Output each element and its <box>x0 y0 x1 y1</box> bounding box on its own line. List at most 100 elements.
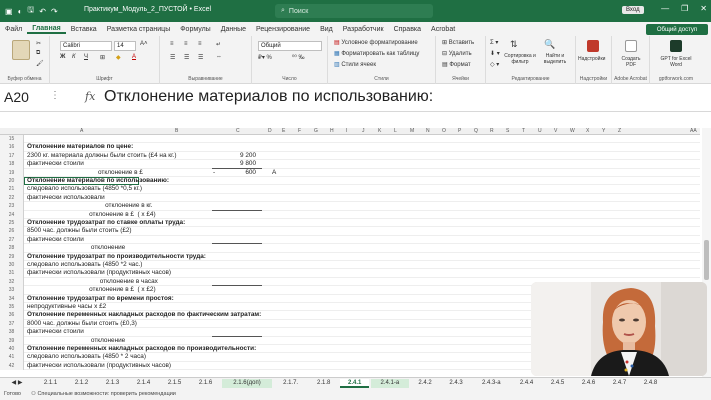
column-header[interactable]: Z <box>618 128 621 134</box>
column-header[interactable]: R <box>490 128 494 134</box>
format-painter-icon[interactable]: 🖌 <box>36 60 44 67</box>
cell-a[interactable]: 2300 кг. материала должны были стоить (£… <box>27 152 177 160</box>
insert-button[interactable]: ⊞ Вставить <box>442 39 474 46</box>
italic-icon[interactable]: К <box>72 54 76 60</box>
sheet-tab[interactable]: 2.4.6 <box>574 379 603 388</box>
column-header[interactable]: Q <box>474 128 478 134</box>
close-icon[interactable]: ✕ <box>700 4 707 13</box>
cell-a[interactable]: следовало использовать (4850 *2 час.) <box>27 261 142 269</box>
share-button[interactable]: Общий доступ <box>646 24 708 35</box>
accessibility-status[interactable]: ⚇ Специальные возможности: проверить рек… <box>31 391 176 397</box>
row-number[interactable]: 40 <box>0 345 24 354</box>
tab-6[interactable]: Рецензирование <box>251 26 315 33</box>
sheet-tab[interactable]: 2.1.5 <box>160 379 189 388</box>
create-pdf-label[interactable]: Создать PDF <box>616 56 646 68</box>
decimal-icon[interactable]: ⁰⁰ ‰ <box>292 54 304 61</box>
fill-color-icon[interactable]: ◆ <box>116 54 121 61</box>
find-select-icon[interactable]: 🔍 <box>544 39 555 50</box>
align-left-icon[interactable]: ☰ <box>170 54 175 61</box>
sheet-tab[interactable]: 2.1.7. <box>274 379 307 388</box>
cell-a[interactable]: отклонение в £ ( х £2) <box>27 286 155 294</box>
cell-a[interactable]: отклонение в часах <box>27 278 158 286</box>
row-number[interactable]: 36 <box>0 311 24 320</box>
align-right-icon[interactable]: ☰ <box>198 54 203 61</box>
align-bottom-icon[interactable]: ≡ <box>198 41 202 47</box>
row-number[interactable]: 33 <box>0 286 24 295</box>
sheet-tab[interactable]: 2.4.4 <box>512 379 541 388</box>
restore-icon[interactable]: ❐ <box>681 4 688 13</box>
tab-5[interactable]: Данные <box>216 26 251 33</box>
fill-icon[interactable]: ⬇ ▾ <box>490 50 500 57</box>
fx-icon[interactable]: fx <box>85 90 95 103</box>
row-number[interactable]: 21 <box>0 185 24 194</box>
row-number[interactable]: 18 <box>0 160 24 169</box>
formula-input[interactable]: Отклонение материалов по использованию: <box>104 88 433 106</box>
font-color-icon[interactable]: A <box>132 54 136 60</box>
align-top-icon[interactable]: ≡ <box>170 41 174 47</box>
font-name-select[interactable]: Calibri <box>60 41 112 51</box>
tab-1[interactable]: Главная <box>27 25 66 34</box>
autosum-icon[interactable]: Σ ▾ <box>490 39 498 46</box>
cell-a[interactable]: отклонение в £ ( х £4) <box>27 211 155 219</box>
column-header[interactable]: G <box>314 128 318 134</box>
cell-a[interactable]: фактически стоили <box>27 236 84 244</box>
tab-10[interactable]: Acrobat <box>426 26 460 33</box>
row-number[interactable]: 23 <box>0 202 24 211</box>
sheet-tab[interactable]: 2.1.3 <box>98 379 127 388</box>
row-number[interactable]: 30 <box>0 261 24 270</box>
column-header[interactable]: H <box>330 128 334 134</box>
row-number[interactable]: 34 <box>0 294 24 303</box>
sheet-tab[interactable]: 2.4.5 <box>543 379 572 388</box>
redo-icon[interactable]: ↷ <box>51 7 58 16</box>
cell-b[interactable]: - <box>213 169 215 177</box>
autosave-toggle-icon[interactable]: ◐ <box>18 7 23 16</box>
sheet-tab[interactable]: 2.1.4 <box>129 379 158 388</box>
sheet-tab[interactable]: 2.4.3 <box>442 379 471 388</box>
cell-a[interactable]: следовало использовать (4850 * 2 часа) <box>27 353 146 361</box>
find-select-label[interactable]: Найти и выделить <box>538 53 572 65</box>
cell-a[interactable]: фактически стоили <box>27 328 84 336</box>
cell-a[interactable]: Отклонение материалов по цене: <box>27 143 133 151</box>
row-number[interactable]: 32 <box>0 277 24 287</box>
sort-filter-icon[interactable]: ⇅ <box>510 39 518 50</box>
addins-icon[interactable] <box>587 40 599 52</box>
column-header[interactable]: J <box>362 128 365 134</box>
row-number[interactable]: 28 <box>0 244 24 253</box>
column-header[interactable]: T <box>522 128 525 134</box>
row-number[interactable]: 15 <box>0 135 24 144</box>
gpt-icon[interactable] <box>670 40 682 52</box>
name-box[interactable]: A20 <box>4 89 29 105</box>
create-pdf-icon[interactable] <box>625 40 637 52</box>
sheet-tab[interactable]: 2.4.2 <box>411 379 440 388</box>
cell-d[interactable]: A <box>272 169 276 177</box>
sign-in-button[interactable]: Вход <box>622 6 644 14</box>
font-grow-icon[interactable]: A˄ <box>140 41 148 47</box>
column-header[interactable]: S <box>506 128 509 134</box>
row-number[interactable]: 26 <box>0 227 24 236</box>
cell-a[interactable]: 8000 час. должны были стоить (£0,3) <box>27 320 137 328</box>
align-center-icon[interactable]: ☰ <box>184 54 189 61</box>
format-table-button[interactable]: ▦ Форматировать как таблицу <box>334 50 419 57</box>
sheet-tab[interactable]: 2.1.6 <box>191 379 220 388</box>
sheet-tab[interactable]: 2.4.7 <box>605 379 634 388</box>
column-header[interactable]: O <box>442 128 446 134</box>
font-size-select[interactable]: 14 <box>114 41 136 51</box>
column-header[interactable]: F <box>298 128 301 134</box>
cell-a[interactable]: фактически стоили <box>27 160 84 168</box>
column-header[interactable]: C <box>236 128 240 134</box>
column-header[interactable]: L <box>394 128 397 134</box>
row-number[interactable]: 25 <box>0 219 24 228</box>
cell-a[interactable]: Отклонение трудозатрат по производительн… <box>27 253 206 261</box>
clear-icon[interactable]: ◇ ▾ <box>490 61 499 68</box>
cell-a[interactable]: следовало использовать (4850 *0,5 кг.) <box>27 185 142 193</box>
row-number[interactable]: 41 <box>0 353 24 362</box>
tab-3[interactable]: Разметка страницы <box>102 26 176 33</box>
search-box[interactable]: ⌕ Поиск <box>275 4 433 18</box>
row-number[interactable]: 20 <box>0 177 24 186</box>
column-header[interactable]: B <box>175 128 178 134</box>
tab-7[interactable]: Вид <box>315 26 338 33</box>
underline-icon[interactable]: Ч <box>84 54 88 60</box>
copy-icon[interactable]: ⧉ <box>36 50 40 57</box>
column-header[interactable]: P <box>458 128 461 134</box>
column-header[interactable]: I <box>346 128 347 134</box>
